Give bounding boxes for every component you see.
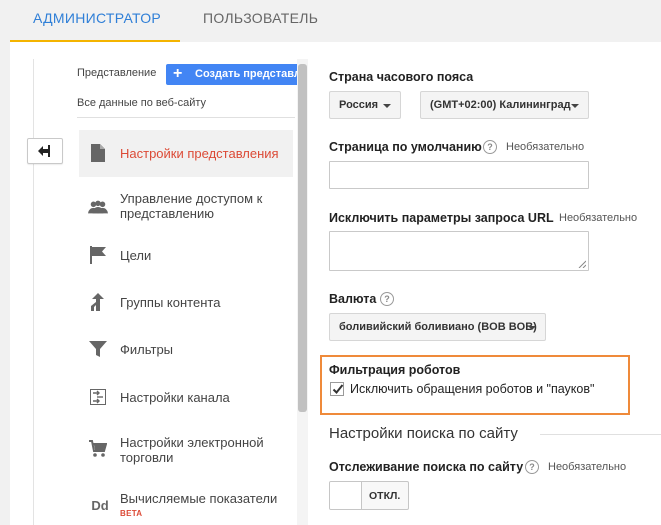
timezone-country-label: Страна часового пояса [329,70,474,84]
merge-arrow-icon [88,292,108,312]
filter-icon [88,339,108,359]
sidebar-item-label: Настройки канала [120,390,230,405]
sidebar-item-view-settings[interactable]: Настройки представления [79,130,293,177]
exclude-params-textarea[interactable] [329,231,589,271]
dd-icon: Dd [91,497,109,513]
currency-dropdown[interactable]: боливийский боливиано (BOB BOB) [329,313,546,341]
nav-scrollbar-thumb[interactable] [298,64,307,412]
document-icon [88,143,108,163]
nav-divider [33,59,34,525]
exclude-bots-label[interactable]: Исключить обращения роботов и "пауков" [350,382,594,396]
create-view-button[interactable]: + Создать представление [166,64,297,85]
help-icon[interactable]: ? [380,292,394,306]
timezone-value: (GMT+02:00) Калининград [430,99,571,111]
people-icon [88,197,108,217]
sidebar-item-channel-settings[interactable]: Настройки канала [79,377,293,417]
top-tabs: Администратор Пользователь [0,0,661,42]
collapse-back-button[interactable] [27,138,63,164]
sidebar-item-label: Группы контента [120,295,221,310]
exclude-bots-checkbox[interactable] [330,382,344,396]
toggle-knob [330,482,362,509]
back-arrow-icon [38,145,50,157]
view-label: Представление [77,67,157,79]
help-icon[interactable]: ? [483,140,497,154]
section-divider [540,434,661,435]
optional-label: Необязательно [548,461,627,473]
cart-icon [88,439,108,459]
plus-icon: + [173,65,183,82]
toggle-state-label: ОТКЛ. [369,490,401,502]
site-search-section-title: Настройки поиска по сайту [329,425,518,442]
view-selector-underline [77,117,295,118]
sidebar-item-label: Настройки представления [120,146,279,161]
default-page-label: Страница по умолчанию [329,140,482,154]
optional-label: Необязательно [506,141,585,153]
timezone-dropdown[interactable]: (GMT+02:00) Калининград [420,91,589,119]
sidebar-item-label: Управление доступом к представлению [120,191,263,221]
site-search-tracking-label: Отслеживание поиска по сайту [329,460,524,474]
tab-user[interactable]: Пользователь [203,10,318,26]
help-icon[interactable]: ? [525,460,539,474]
beta-badge: BETA [120,509,143,518]
default-page-input[interactable] [329,161,589,189]
sidebar-item-filters[interactable]: Фильтры [79,330,293,370]
sidebar-item-access-management[interactable]: Управление доступом к представлению [79,181,293,231]
exclude-params-label: Исключить параметры запроса URL [329,211,554,225]
bot-filtering-label: Фильтрация роботов [329,363,461,377]
sidebar-item-label: Фильтры [120,342,174,357]
optional-label: Необязательно [559,212,638,224]
chevron-down-icon [528,326,536,330]
country-dropdown[interactable]: Россия [329,91,401,119]
current-view-selector[interactable]: Все данные по веб-сайту [77,97,206,109]
sidebar-item-goals[interactable]: Цели [79,236,293,276]
sidebar-item-label: Настройки электронной торговли [120,435,264,465]
sidebar-item-calculated-metrics[interactable]: Dd Вычисляемые показатели BETA [79,481,293,525]
channel-settings-icon [88,387,108,407]
tab-admin[interactable]: Администратор [33,10,161,26]
flag-icon [88,245,108,265]
sidebar-item-ecommerce-settings[interactable]: Настройки электронной торговли [79,425,293,473]
site-search-toggle[interactable]: ОТКЛ. [329,481,409,510]
sidebar-item-content-groups[interactable]: Группы контента [79,283,293,323]
sidebar-item-label: Вычисляемые показатели [120,491,278,506]
country-value: Россия [339,99,379,111]
create-view-label: Создать представление [195,68,297,80]
sidebar-item-label: Цели [120,248,152,263]
resize-grip-icon[interactable] [578,260,586,268]
chevron-down-icon [571,104,579,108]
chevron-down-icon [383,104,391,108]
currency-value: боливийский боливиано (BOB BOB) [339,321,537,333]
checkmark-icon [332,384,344,394]
currency-label: Валюта [329,292,377,306]
